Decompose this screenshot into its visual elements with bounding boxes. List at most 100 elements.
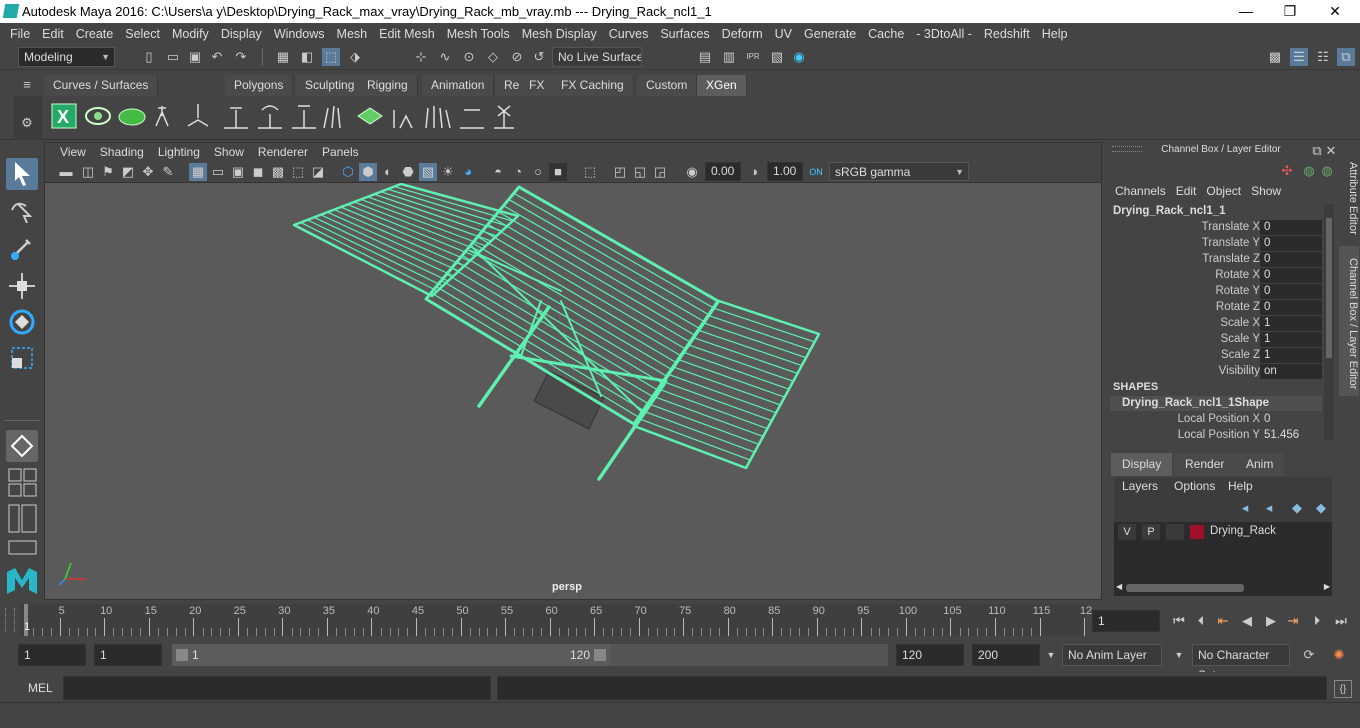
script-editor-icon[interactable]: {} bbox=[1334, 680, 1352, 698]
menu-create[interactable]: Create bbox=[70, 27, 120, 41]
exposure-icon[interactable]: ◉ bbox=[683, 163, 701, 181]
textured-icon[interactable]: ⬣ bbox=[399, 163, 417, 181]
tab-rigging[interactable]: Rigging bbox=[358, 75, 418, 96]
attribute-row[interactable]: Rotate X0 bbox=[1112, 268, 1324, 284]
attribute-value[interactable]: 0 bbox=[1260, 284, 1322, 299]
layer-row[interactable]: V P Drying_Rack bbox=[1116, 524, 1330, 540]
color-management-icon[interactable]: ON bbox=[807, 163, 825, 181]
character-set-field[interactable]: No Character Set bbox=[1192, 644, 1290, 682]
shelf-menu-icon[interactable]: ≡ bbox=[18, 76, 36, 94]
save-scene-icon[interactable]: ▣ bbox=[186, 48, 204, 66]
attribute-row[interactable]: Rotate Y0 bbox=[1112, 284, 1324, 300]
timeline-ruler[interactable]: 1 5 10 15 20 25 30 35 40 45 50 55 60 65 70 75 80 85 90 95 1… bbox=[20, 604, 1092, 636]
attribute-row[interactable]: Local Position X0 bbox=[1112, 412, 1324, 428]
menu-generate[interactable]: Generate bbox=[798, 27, 862, 41]
xgen-shelf-icons[interactable]: X bbox=[48, 96, 528, 140]
chevron-down-icon[interactable]: ▼ bbox=[1042, 646, 1060, 664]
single-perspective-view-icon[interactable] bbox=[6, 430, 38, 462]
live-surface-field[interactable]: No Live Surface bbox=[552, 47, 642, 67]
shadows-icon[interactable]: ☀ bbox=[439, 163, 457, 181]
move-layer-down-icon[interactable]: ◂ bbox=[1260, 499, 1278, 517]
smooth-shade-icon[interactable]: ⬢ bbox=[359, 163, 377, 181]
maximize-button[interactable]: ❐ bbox=[1275, 2, 1305, 20]
wireframe-icon[interactable]: ⬡ bbox=[339, 163, 357, 181]
menu-mesh[interactable]: Mesh bbox=[331, 27, 374, 41]
viewport-scene[interactable]: persp bbox=[45, 182, 1101, 599]
toggle-channel-box-icon[interactable]: ⧉ bbox=[1337, 48, 1355, 66]
menu-select[interactable]: Select bbox=[119, 27, 166, 41]
menu-3dtoall[interactable]: - 3DtoAll - bbox=[910, 27, 978, 41]
scale-tool-icon[interactable] bbox=[6, 342, 38, 374]
snap-curve-icon[interactable]: ∿ bbox=[436, 48, 454, 66]
playback-start-field[interactable]: 1 bbox=[94, 644, 162, 666]
gamma-field[interactable]: 1.00 bbox=[767, 162, 803, 181]
playback-end-field[interactable]: 120 bbox=[896, 644, 964, 666]
layer-menu-options[interactable]: Options bbox=[1174, 479, 1215, 493]
chevron-down-icon[interactable]: ▼ bbox=[1170, 646, 1188, 664]
attribute-value[interactable]: 1 bbox=[1260, 332, 1322, 347]
snap-view-plane-icon[interactable]: ◇ bbox=[484, 48, 502, 66]
bookmark-icon[interactable]: ⚑ bbox=[99, 163, 117, 181]
attribute-value[interactable]: 0 bbox=[1260, 300, 1322, 315]
xray-joints-icon[interactable]: ◰ bbox=[611, 163, 629, 181]
ipr-render-icon[interactable]: IPR bbox=[744, 48, 762, 66]
new-scene-icon[interactable]: ▯ bbox=[140, 48, 158, 66]
tab-attribute-editor[interactable]: Attribute Editor bbox=[1339, 148, 1359, 242]
play-forward-icon[interactable]: ▶ bbox=[1262, 612, 1280, 630]
layer-playback-toggle[interactable]: P bbox=[1142, 524, 1160, 540]
menu-mesh-display[interactable]: Mesh Display bbox=[516, 27, 603, 41]
multisample-icon[interactable]: ◔ bbox=[509, 163, 527, 181]
viewport-menu-shading[interactable]: Shading bbox=[93, 145, 151, 159]
wireframe-on-shaded-icon[interactable]: ◐ bbox=[379, 163, 397, 181]
xray-icon[interactable]: ⬚ bbox=[581, 163, 599, 181]
select-object-icon[interactable]: ◧ bbox=[298, 48, 316, 66]
move-layer-up-icon[interactable]: ◂ bbox=[1236, 499, 1254, 517]
render-view-icon[interactable]: ▤ bbox=[696, 48, 714, 66]
menu-edit[interactable]: Edit bbox=[36, 27, 70, 41]
attribute-value[interactable]: 0 bbox=[1260, 236, 1322, 251]
attribute-row[interactable]: Translate Y0 bbox=[1112, 236, 1324, 252]
shape-name[interactable]: Drying_Rack_ncl1_1Shape bbox=[1110, 396, 1322, 411]
menu-redshift[interactable]: Redshift bbox=[978, 27, 1036, 41]
range-slider[interactable]: 1 120 bbox=[172, 644, 610, 666]
attribute-value[interactable]: 1 bbox=[1260, 316, 1322, 331]
select-tool-icon[interactable] bbox=[6, 158, 38, 190]
attribute-row[interactable]: Local Position Y 51.456 bbox=[1112, 428, 1324, 444]
safe-title-icon[interactable]: ◪ bbox=[309, 163, 327, 181]
channel-menu-edit[interactable]: Edit bbox=[1171, 184, 1202, 198]
menu-windows[interactable]: Windows bbox=[268, 27, 331, 41]
step-forward-key-icon[interactable]: ⏵ bbox=[1308, 612, 1326, 630]
menu-mesh-tools[interactable]: Mesh Tools bbox=[441, 27, 516, 41]
toggle-attribute-editor-icon[interactable]: ☰ bbox=[1290, 48, 1308, 66]
tab-fx-caching[interactable]: FX Caching bbox=[552, 75, 634, 96]
tab-render[interactable]: Render bbox=[1174, 453, 1236, 476]
camera-select-icon[interactable]: ▬ bbox=[57, 163, 75, 181]
select-component-icon[interactable]: ⬚ bbox=[322, 48, 340, 66]
range-start-handle[interactable] bbox=[176, 649, 188, 661]
rotate-tool-icon[interactable] bbox=[6, 306, 38, 338]
tab-polygons[interactable]: Polygons bbox=[225, 75, 294, 96]
camera-attributes-icon[interactable]: ◫ bbox=[79, 163, 97, 181]
resolution-gate-icon[interactable]: ▣ bbox=[229, 163, 247, 181]
attribute-row[interactable]: Visibility on bbox=[1112, 364, 1324, 380]
drying-rack-wireframe[interactable] bbox=[45, 182, 1101, 599]
ambient-occlusion-icon[interactable]: ◕ bbox=[459, 163, 477, 181]
new-layer-selected-icon[interactable]: ◆ bbox=[1312, 499, 1330, 517]
two-d-pan-icon[interactable]: ✥ bbox=[139, 163, 157, 181]
grid-icon[interactable]: ▦ bbox=[189, 163, 207, 181]
mode-selector[interactable]: Modeling ▼ bbox=[18, 47, 115, 67]
safe-action-icon[interactable]: ⬚ bbox=[289, 163, 307, 181]
attribute-row[interactable]: Scale Y1 bbox=[1112, 332, 1324, 348]
paint-select-tool-icon[interactable] bbox=[6, 232, 38, 264]
attribute-row[interactable]: Rotate Z0 bbox=[1112, 300, 1324, 316]
layer-list-scrollbar[interactable]: ◀ ▶ bbox=[1114, 582, 1332, 594]
layer-name[interactable]: Drying_Rack bbox=[1210, 525, 1276, 537]
tab-xgen[interactable]: XGen bbox=[697, 75, 747, 96]
attribute-value[interactable]: 1 bbox=[1260, 348, 1322, 363]
menu-help[interactable]: Help bbox=[1036, 27, 1074, 41]
attribute-row[interactable]: Scale Z1 bbox=[1112, 348, 1324, 364]
channel-menu-object[interactable]: Object bbox=[1201, 184, 1246, 198]
viewport-menu-show[interactable]: Show bbox=[207, 145, 251, 159]
menu-uv[interactable]: UV bbox=[769, 27, 798, 41]
go-to-end-icon[interactable]: ⏭ bbox=[1332, 612, 1350, 630]
